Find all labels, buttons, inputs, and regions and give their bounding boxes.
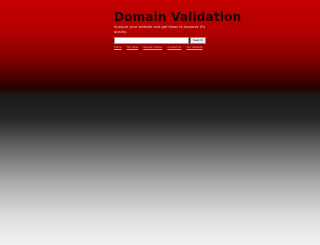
nav-link-recent-checks[interactable]: Recent Checks (143, 46, 162, 49)
domain-search-input[interactable] (114, 37, 189, 44)
nav-link-top-sites[interactable]: Top Sites (127, 46, 139, 49)
search-button[interactable]: Search (190, 37, 206, 44)
domain-search-form: Search (114, 37, 208, 44)
site-tagline: Analyze your website and get ideas to im… (114, 25, 206, 34)
nav-link-contact-us[interactable]: Contact Us (167, 46, 181, 49)
nav-links: Home Top Sites Recent Checks Contact Us … (114, 46, 224, 49)
site-title[interactable]: Domain Validation (114, 10, 241, 24)
site-header: Domain Validation Analyze your website a… (114, 10, 241, 35)
nav-link-our-website[interactable]: Our Website (187, 46, 203, 49)
nav-link-home[interactable]: Home (114, 46, 122, 49)
